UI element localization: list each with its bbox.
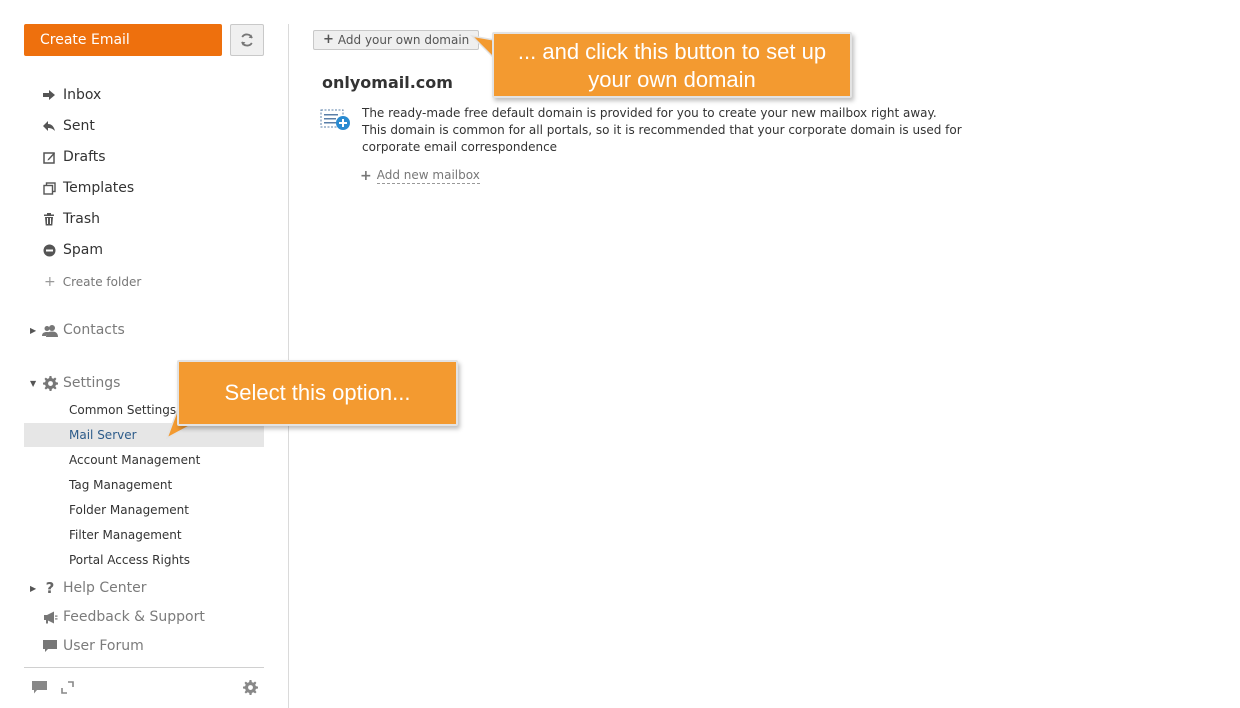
- folder-label: Inbox: [63, 87, 102, 103]
- sidebar-bottom-divider: [24, 667, 264, 668]
- callout-domain-hint: ... and click this button to set up your…: [492, 32, 852, 98]
- add-mailbox-label: Add new mailbox: [376, 168, 480, 184]
- refresh-button[interactable]: [230, 24, 264, 56]
- expand-arrow-icon: ▶: [30, 325, 37, 335]
- folder-trash[interactable]: Trash: [42, 207, 100, 231]
- folder-inbox[interactable]: Inbox: [42, 83, 101, 107]
- domain-mailbox-icon: [320, 108, 352, 132]
- chat-bubble-icon: [42, 638, 58, 654]
- drafts-edit-icon: [42, 150, 56, 164]
- settings-account-management[interactable]: Account Management: [24, 448, 264, 472]
- folder-spam[interactable]: Spam: [42, 238, 103, 262]
- settings-label: Settings: [63, 375, 121, 391]
- folder-label: Drafts: [63, 149, 106, 165]
- gear-icon: [42, 375, 58, 391]
- folder-label: Spam: [63, 242, 103, 258]
- plus-icon: +: [360, 168, 372, 184]
- templates-icon: [42, 181, 56, 195]
- user-forum-link[interactable]: User Forum: [42, 635, 144, 657]
- domain-description: The ready-made free default domain is pr…: [362, 105, 1002, 156]
- chat-icon: [31, 680, 47, 693]
- settings-mail-server[interactable]: Mail Server: [24, 423, 264, 447]
- domain-name: onlyomail.com: [322, 73, 453, 92]
- contacts-label: Contacts: [63, 322, 125, 338]
- description-line-1: The ready-made free default domain is pr…: [362, 106, 937, 120]
- inbox-arrow-icon: [42, 88, 56, 102]
- contacts-people-icon: [42, 322, 58, 338]
- spam-icon: [42, 243, 56, 257]
- description-line-2: This domain is common for all portals, s…: [362, 123, 962, 154]
- contacts-group[interactable]: ▶ Contacts: [30, 319, 125, 341]
- plus-icon: +: [44, 274, 56, 290]
- expand-button[interactable]: [58, 678, 76, 696]
- settings-portal-access-rights[interactable]: Portal Access Rights: [24, 548, 264, 572]
- callout-select-hint: Select this option...: [177, 360, 458, 426]
- folder-templates[interactable]: Templates: [42, 176, 134, 200]
- add-own-domain-button[interactable]: + Add your own domain: [313, 30, 480, 50]
- add-new-mailbox-link[interactable]: + Add new mailbox: [360, 168, 480, 184]
- add-domain-label: Add your own domain: [337, 33, 470, 47]
- question-icon: ?: [45, 579, 55, 597]
- folder-drafts[interactable]: Drafts: [42, 145, 106, 169]
- folder-label: Trash: [63, 211, 100, 227]
- refresh-icon: [241, 33, 253, 47]
- folder-label: Templates: [63, 180, 135, 196]
- help-center-group[interactable]: ▶ ? Help Center: [30, 577, 147, 599]
- collapse-arrow-icon: ▼: [30, 378, 37, 388]
- user-forum-label: User Forum: [63, 638, 144, 654]
- folder-label: Sent: [63, 118, 95, 134]
- settings-folder-management[interactable]: Folder Management: [24, 498, 264, 522]
- settings-button[interactable]: [241, 678, 259, 696]
- settings-filter-management[interactable]: Filter Management: [24, 523, 264, 547]
- megaphone-icon: [42, 609, 58, 625]
- gear-icon: [242, 679, 258, 695]
- sent-reply-icon: [42, 119, 56, 133]
- chat-button[interactable]: [30, 678, 48, 696]
- feedback-support-link[interactable]: Feedback & Support: [42, 606, 205, 628]
- feedback-label: Feedback & Support: [63, 609, 205, 625]
- settings-group[interactable]: ▼ Settings: [30, 372, 120, 394]
- expand-arrows-icon: [60, 680, 74, 694]
- create-folder-label: Create folder: [62, 275, 142, 289]
- plus-icon: +: [323, 32, 334, 47]
- create-email-button[interactable]: Create Email: [24, 24, 222, 56]
- settings-tag-management[interactable]: Tag Management: [24, 473, 264, 497]
- create-folder-link[interactable]: + Create folder: [44, 274, 141, 290]
- trash-icon: [42, 212, 56, 226]
- help-center-label: Help Center: [63, 580, 147, 596]
- folder-sent[interactable]: Sent: [42, 114, 95, 138]
- expand-arrow-icon: ▶: [30, 583, 37, 593]
